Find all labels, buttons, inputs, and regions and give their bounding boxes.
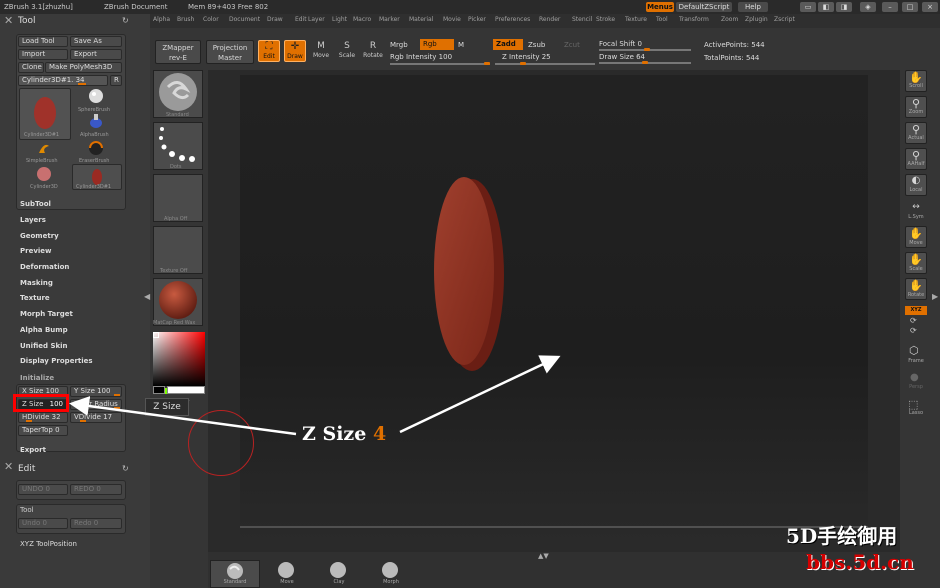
xyz-button[interactable]: XYZ <box>905 306 927 315</box>
move-brush-label: Move <box>280 579 294 585</box>
lsym-icon[interactable]: ↔ <box>905 202 927 214</box>
lasso-label: Lasso <box>908 410 924 416</box>
standard-brush-label: Standard <box>223 579 247 585</box>
bottom-collapse-icon[interactable]: ▲▼ <box>538 552 549 560</box>
z-axis-icon[interactable]: ⟳ <box>910 326 917 335</box>
watermark-line2: bbs.5d.cn <box>806 550 914 574</box>
rotate-view-label: Rotate <box>907 292 925 298</box>
scale-view-icon: ✋ <box>909 253 923 266</box>
morph-brush-label: Morph <box>383 579 399 585</box>
clay-brush-label: Clay <box>333 579 345 585</box>
right-collapse-icon[interactable]: ▶ <box>932 292 938 301</box>
persp-label: Persp <box>909 384 923 390</box>
annotation-overlay <box>69 355 561 436</box>
move-view-icon: ✋ <box>909 227 923 240</box>
local-icon: ◐ <box>911 175 921 186</box>
aahalf-label: AAHalf <box>907 161 925 167</box>
annotation-label: Z Size 4 <box>302 423 386 445</box>
y-axis-icon[interactable]: ⟳ <box>910 316 917 325</box>
local-label: Local <box>909 187 923 193</box>
zoom-label: Zoom <box>908 109 924 115</box>
scale-view-label: Scale <box>909 266 923 272</box>
annotation-value: 4 <box>372 423 387 445</box>
rotate-view-icon: ✋ <box>909 279 923 292</box>
annotation-text: Z Size <box>302 423 367 445</box>
lsym-label: L.Sym <box>908 214 924 220</box>
actual-label: Actual <box>908 135 924 141</box>
scroll-label: Scroll <box>909 83 923 89</box>
watermark-line1: 5D手绘御用 <box>786 524 898 548</box>
bottom-shelf: ▲▼ Standard Move Clay Morph <box>208 552 900 588</box>
right-shelf: ✋ Scroll ⚲ Zoom ⚲ Actual ⚲ AAHalf ◐ Loca… <box>900 70 940 588</box>
persp-icon[interactable]: ● <box>910 372 919 383</box>
frame-icon[interactable]: ⬡ <box>909 344 919 357</box>
frame-label: Frame <box>908 358 924 364</box>
move-view-label: Move <box>909 240 923 246</box>
